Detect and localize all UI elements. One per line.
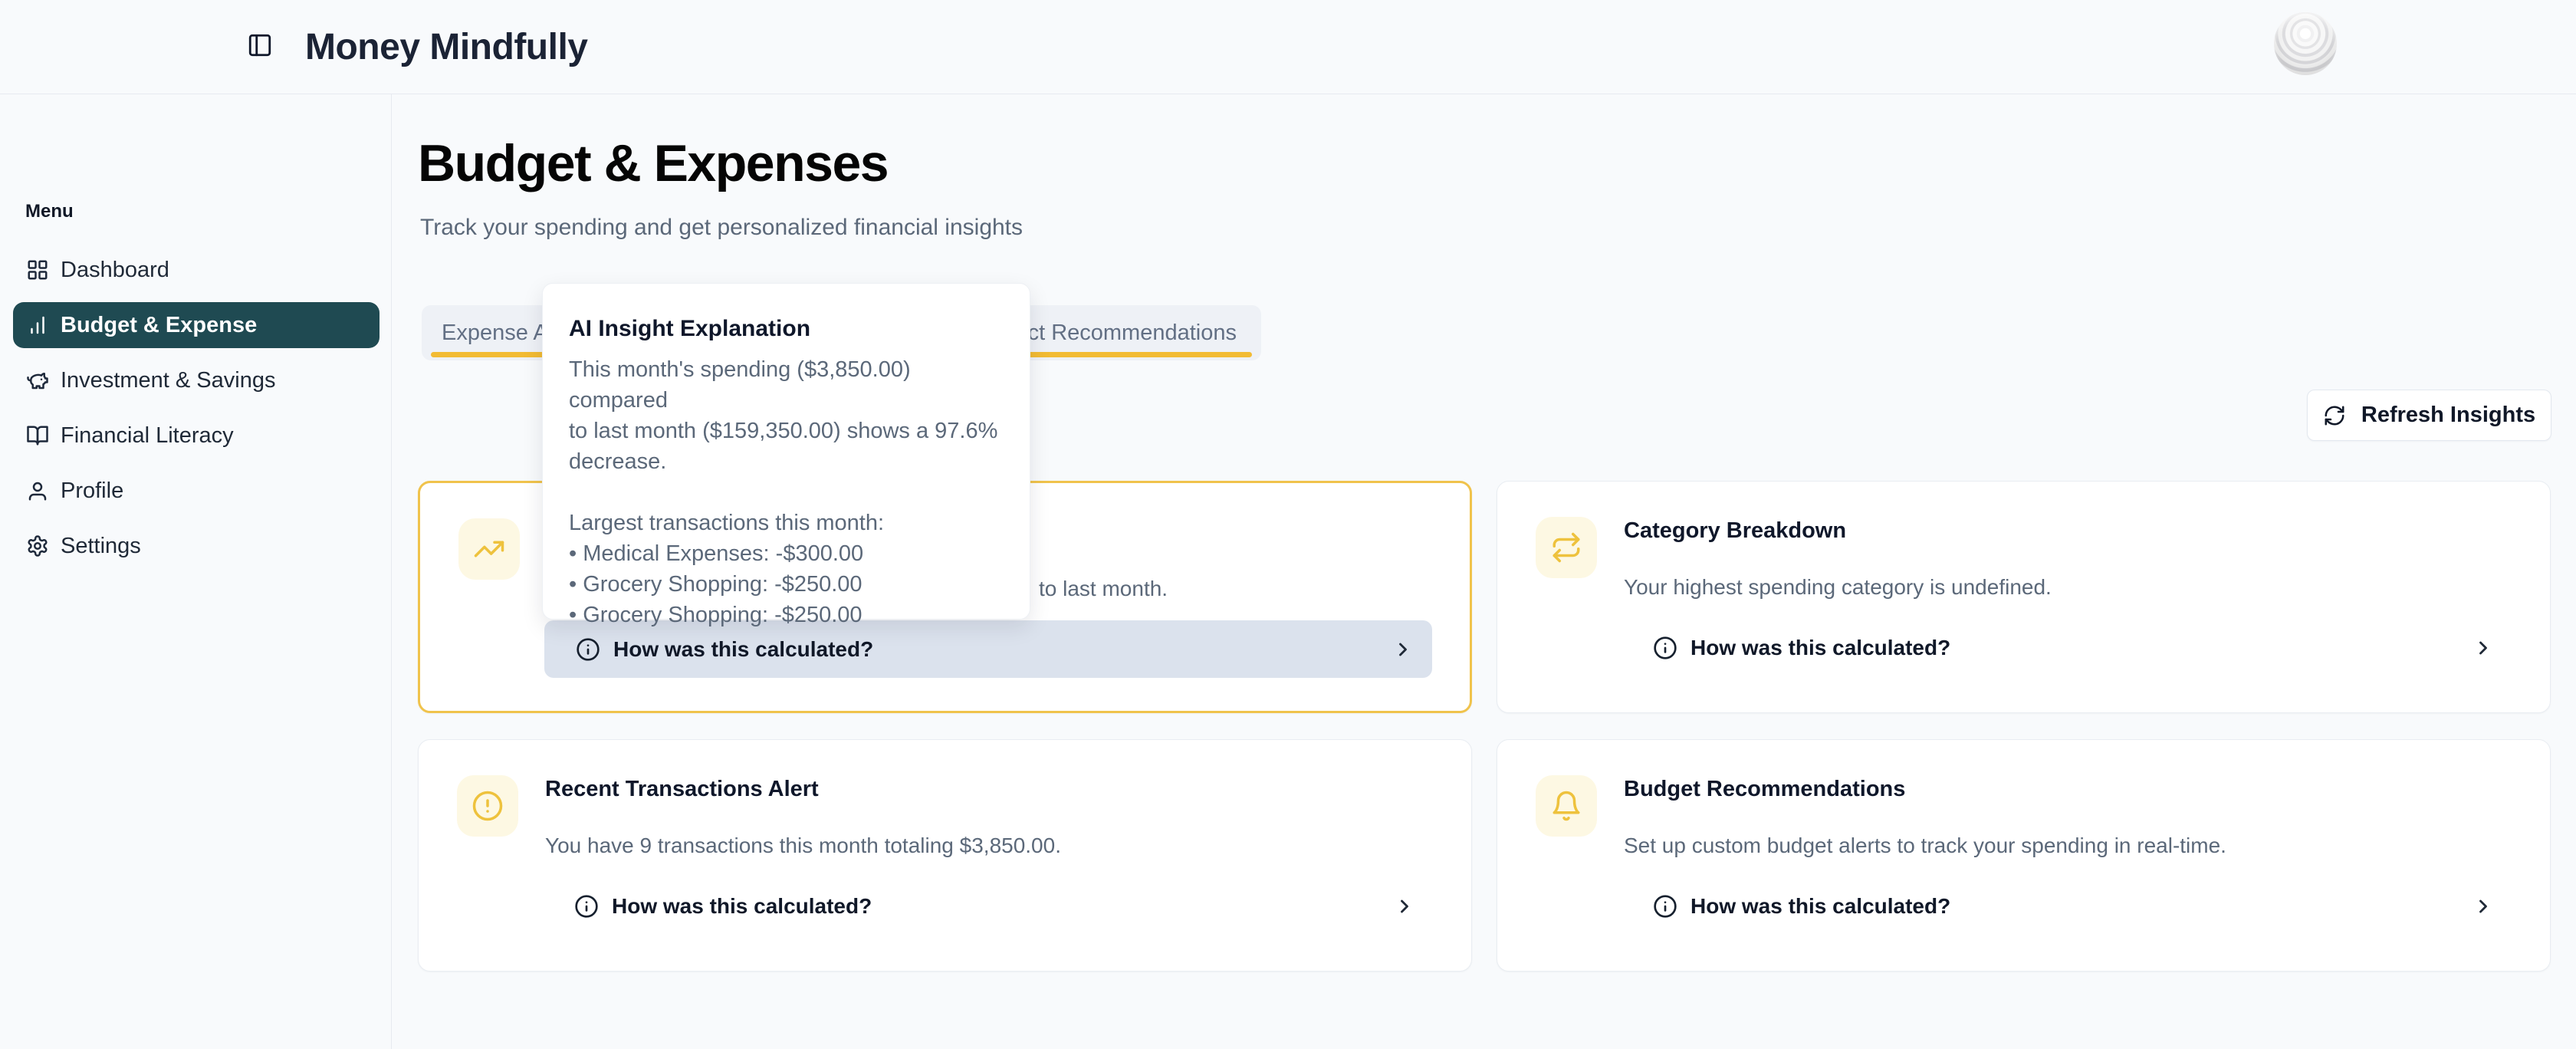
sidebar-item-label: Budget & Expense: [61, 313, 257, 338]
piggy-bank-icon: [26, 369, 49, 392]
sidebar-menu-label: Menu: [25, 201, 74, 222]
chevron-right-icon: [2472, 896, 2494, 917]
sidebar-item-label: Investment & Savings: [61, 368, 275, 393]
how-calculated-row[interactable]: How was this calculated?: [1622, 619, 2512, 676]
ai-insight-tooltip: AI Insight Explanation This month's spen…: [542, 283, 1030, 620]
sidebar: Menu Dashboard Budget & Expense Investme…: [0, 94, 392, 1049]
sidebar-nav: Dashboard Budget & Expense Investment & …: [0, 247, 391, 569]
chevron-right-icon: [1392, 639, 1414, 660]
sidebar-item-financial-literacy[interactable]: Financial Literacy: [13, 413, 380, 459]
category-breakdown-card: Category Breakdown Your highest spending…: [1497, 481, 2551, 713]
app-header: Money Mindfully: [0, 0, 2576, 94]
chevron-right-icon: [1394, 896, 1415, 917]
how-calculated-label: How was this calculated?: [1691, 894, 1950, 919]
sidebar-item-label: Settings: [61, 534, 141, 559]
trending-up-icon: [458, 518, 520, 580]
panel-left-icon: [247, 32, 273, 58]
page-subtitle: Track your spending and get personalized…: [420, 215, 1023, 241]
sidebar-item-label: Dashboard: [61, 258, 169, 283]
refresh-icon: [2323, 404, 2346, 427]
chevron-right-icon: [2472, 637, 2494, 659]
card-title: Budget Recommendations: [1624, 777, 1905, 802]
repeat-icon: [1536, 517, 1597, 578]
sidebar-item-profile[interactable]: Profile: [13, 468, 380, 514]
app-title: Money Mindfully: [305, 26, 587, 68]
gear-icon: [26, 534, 49, 557]
refresh-insights-button[interactable]: Refresh Insights: [2307, 390, 2551, 441]
bell-icon: [1536, 775, 1597, 837]
how-calculated-row[interactable]: How was this calculated?: [543, 877, 1434, 935]
how-calculated-label: How was this calculated?: [612, 894, 872, 919]
dashboard-grid-icon: [26, 258, 49, 281]
how-calculated-label: How was this calculated?: [1691, 636, 1950, 660]
info-icon: [576, 637, 600, 662]
card-description: Your highest spending category is undefi…: [1624, 572, 2504, 603]
sidebar-item-dashboard[interactable]: Dashboard: [13, 247, 380, 293]
main-content: Budget & Expenses Track your spending an…: [391, 94, 2576, 1049]
sidebar-item-investment-savings[interactable]: Investment & Savings: [13, 357, 380, 403]
info-icon: [1653, 894, 1677, 919]
book-open-icon: [26, 424, 49, 447]
budget-recommendations-card: Budget Recommendations Set up custom bud…: [1497, 739, 2551, 972]
how-calculated-label: How was this calculated?: [613, 637, 873, 662]
info-icon: [574, 894, 599, 919]
how-calculated-row[interactable]: How was this calculated?: [1622, 877, 2512, 935]
alert-circle-icon: [457, 775, 518, 837]
sidebar-toggle-button[interactable]: [247, 32, 273, 58]
user-icon: [26, 479, 49, 502]
card-title: Category Breakdown: [1624, 518, 1846, 544]
sidebar-item-label: Profile: [61, 478, 123, 504]
page-title: Budget & Expenses: [418, 133, 888, 193]
recent-transactions-card: Recent Transactions Alert You have 9 tra…: [418, 739, 1472, 972]
tooltip-body-transactions: Largest transactions this month: • Medic…: [569, 508, 1004, 630]
sidebar-item-budget-expense[interactable]: Budget & Expense: [13, 302, 380, 348]
tooltip-title: AI Insight Explanation: [569, 316, 1004, 342]
tooltip-body-spending: This month's spending ($3,850.00) compar…: [569, 354, 1004, 477]
sidebar-item-label: Financial Literacy: [61, 423, 234, 449]
refresh-insights-label: Refresh Insights: [2361, 403, 2535, 428]
card-description: You have 9 transactions this month total…: [545, 830, 1425, 861]
sidebar-item-settings[interactable]: Settings: [13, 523, 380, 569]
bar-chart-icon: [26, 314, 49, 337]
card-title: Recent Transactions Alert: [545, 777, 819, 802]
info-icon: [1653, 636, 1677, 660]
user-avatar[interactable]: [2274, 12, 2337, 75]
card-description: Set up custom budget alerts to track you…: [1624, 830, 2504, 861]
